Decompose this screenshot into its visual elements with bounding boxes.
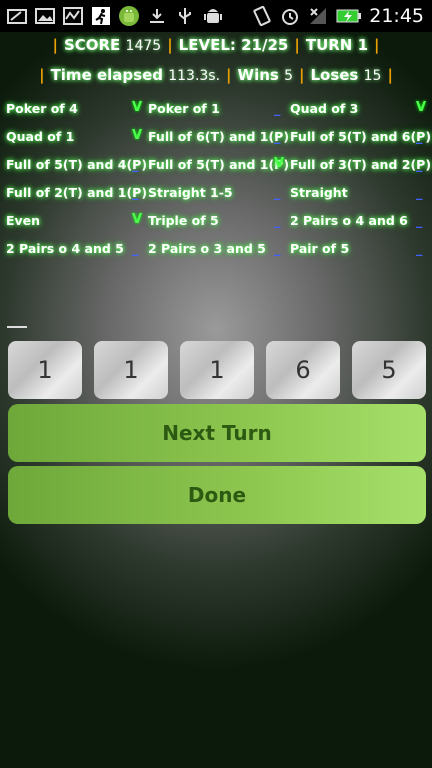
loses-label: Loses <box>310 66 359 84</box>
goal-pending-mark: _ <box>274 186 281 201</box>
goal-cell: 2 Pairs o 4 and 5 <box>6 236 124 260</box>
goal-achieved-mark: V <box>132 212 143 227</box>
goal-label: Full of 3(T) and 2(P) <box>290 156 432 172</box>
done-button[interactable]: Done <box>8 466 426 524</box>
die[interactable]: 1 <box>94 341 168 399</box>
goal-label: 2 Pairs o 4 and 6 <box>290 212 408 228</box>
goal-cell: 2 Pairs o 3 and 5 <box>148 236 266 260</box>
goal-label: Even <box>6 212 41 228</box>
goal-label: Full of 5(T) and 1(P) <box>148 156 290 172</box>
goal-label: Straight 1-5 <box>148 184 233 200</box>
time-value: 113.3s. <box>168 68 221 84</box>
goal-pending-mark: _ <box>132 158 139 173</box>
die[interactable]: 1 <box>8 341 82 399</box>
rotate-icon <box>251 5 273 27</box>
goal-label: Full of 5(T) and 4(P) <box>6 156 148 172</box>
wins-value: 5 <box>284 68 293 84</box>
gallery-icon <box>34 5 56 27</box>
turn-value: 1 <box>357 36 369 54</box>
wins-label: Wins <box>237 66 279 84</box>
goal-cell: Pair of 5 <box>290 236 349 260</box>
goal-label: Full of 5(T) and 6(P) <box>290 128 432 144</box>
goal-pending-mark: _ <box>274 242 281 257</box>
goal-label: Quad of 1 <box>6 128 75 144</box>
goal-cell: Full of 3(T) and 2(P) <box>290 152 431 176</box>
android-icon <box>118 5 140 27</box>
clock-time: 21:45 <box>369 5 424 27</box>
goal-pending-mark: _ <box>416 158 423 173</box>
goal-cell: Triple of 5 <box>148 208 219 232</box>
next-turn-button[interactable]: Next Turn <box>8 404 426 462</box>
die[interactable]: 1 <box>180 341 254 399</box>
divider <box>7 326 27 328</box>
die[interactable]: 5 <box>352 341 426 399</box>
goal-cell: Full of 5(T) and 1(P) <box>148 152 289 176</box>
goal-label: Full of 2(T) and 1(P) <box>6 184 148 200</box>
goal-pending-mark: _ <box>274 102 281 117</box>
download-icon <box>146 5 168 27</box>
goal-cell: Full of 5(T) and 4(P) <box>6 152 147 176</box>
goal-pending-mark: _ <box>416 214 423 229</box>
score-label: SCORE <box>63 36 121 54</box>
goal-pending-mark: _ <box>416 130 423 145</box>
running-icon <box>90 5 112 27</box>
goal-label: Straight <box>290 184 348 200</box>
goal-achieved-mark: V <box>132 100 143 115</box>
goal-achieved-mark: V <box>132 128 143 143</box>
goal-label: Poker of 4 <box>6 100 78 116</box>
battery-charging-icon <box>335 5 363 27</box>
level-value: 21/25 <box>241 36 289 54</box>
alarm-icon <box>279 5 301 27</box>
goal-cell: 2 Pairs o 4 and 6 <box>290 208 408 232</box>
goal-label: 2 Pairs o 4 and 5 <box>6 240 124 256</box>
status-bar: 21:45 <box>0 0 432 32</box>
goal-cell: Full of 5(T) and 6(P) <box>290 124 431 148</box>
activity-icon <box>62 5 84 27</box>
goal-pending-mark: _ <box>416 242 423 257</box>
time-label: Time elapsed <box>50 66 163 84</box>
dice-row: 11165 <box>8 341 426 399</box>
usb-icon <box>174 5 196 27</box>
goal-cell: Quad of 1 <box>6 124 74 148</box>
goal-label: Poker of 1 <box>148 100 220 116</box>
score-value: 1475 <box>125 38 162 54</box>
goal-label: Quad of 3 <box>290 100 359 116</box>
goal-cell: Quad of 3 <box>290 96 358 120</box>
goal-label: Full of 6(T) and 1(P) <box>148 128 290 144</box>
goal-achieved-mark: V <box>274 156 285 171</box>
goal-cell: Poker of 4 <box>6 96 78 120</box>
photo-edit-icon <box>6 5 28 27</box>
score-line: | SCORE 1475 | LEVEL: 21/25 | TURN 1 | <box>52 36 380 54</box>
goal-pending-mark: _ <box>132 186 139 201</box>
goal-cell: Even <box>6 208 40 232</box>
turn-label: TURN <box>305 36 353 54</box>
goal-pending-mark: _ <box>416 186 423 201</box>
goal-label: Pair of 5 <box>290 240 350 256</box>
level-label: LEVEL: <box>178 36 236 54</box>
goal-achieved-mark: V <box>416 100 427 115</box>
goal-label: Triple of 5 <box>148 212 219 228</box>
stats-line: | Time elapsed 113.3s. | Wins 5 | Loses 15 | <box>39 66 393 84</box>
die[interactable]: 6 <box>266 341 340 399</box>
android-debug-icon <box>202 5 224 27</box>
loses-value: 15 <box>363 68 382 84</box>
no-signal-icon <box>307 5 329 27</box>
goal-pending-mark: _ <box>132 242 139 257</box>
goal-cell: Full of 6(T) and 1(P) <box>148 124 289 148</box>
goal-label: 2 Pairs o 3 and 5 <box>148 240 266 256</box>
goal-pending-mark: _ <box>274 214 281 229</box>
goal-cell: Full of 2(T) and 1(P) <box>6 180 147 204</box>
goal-cell: Straight <box>290 180 348 204</box>
goal-cell: Poker of 1 <box>148 96 220 120</box>
goal-pending-mark: _ <box>274 130 281 145</box>
goal-cell: Straight 1-5 <box>148 180 233 204</box>
